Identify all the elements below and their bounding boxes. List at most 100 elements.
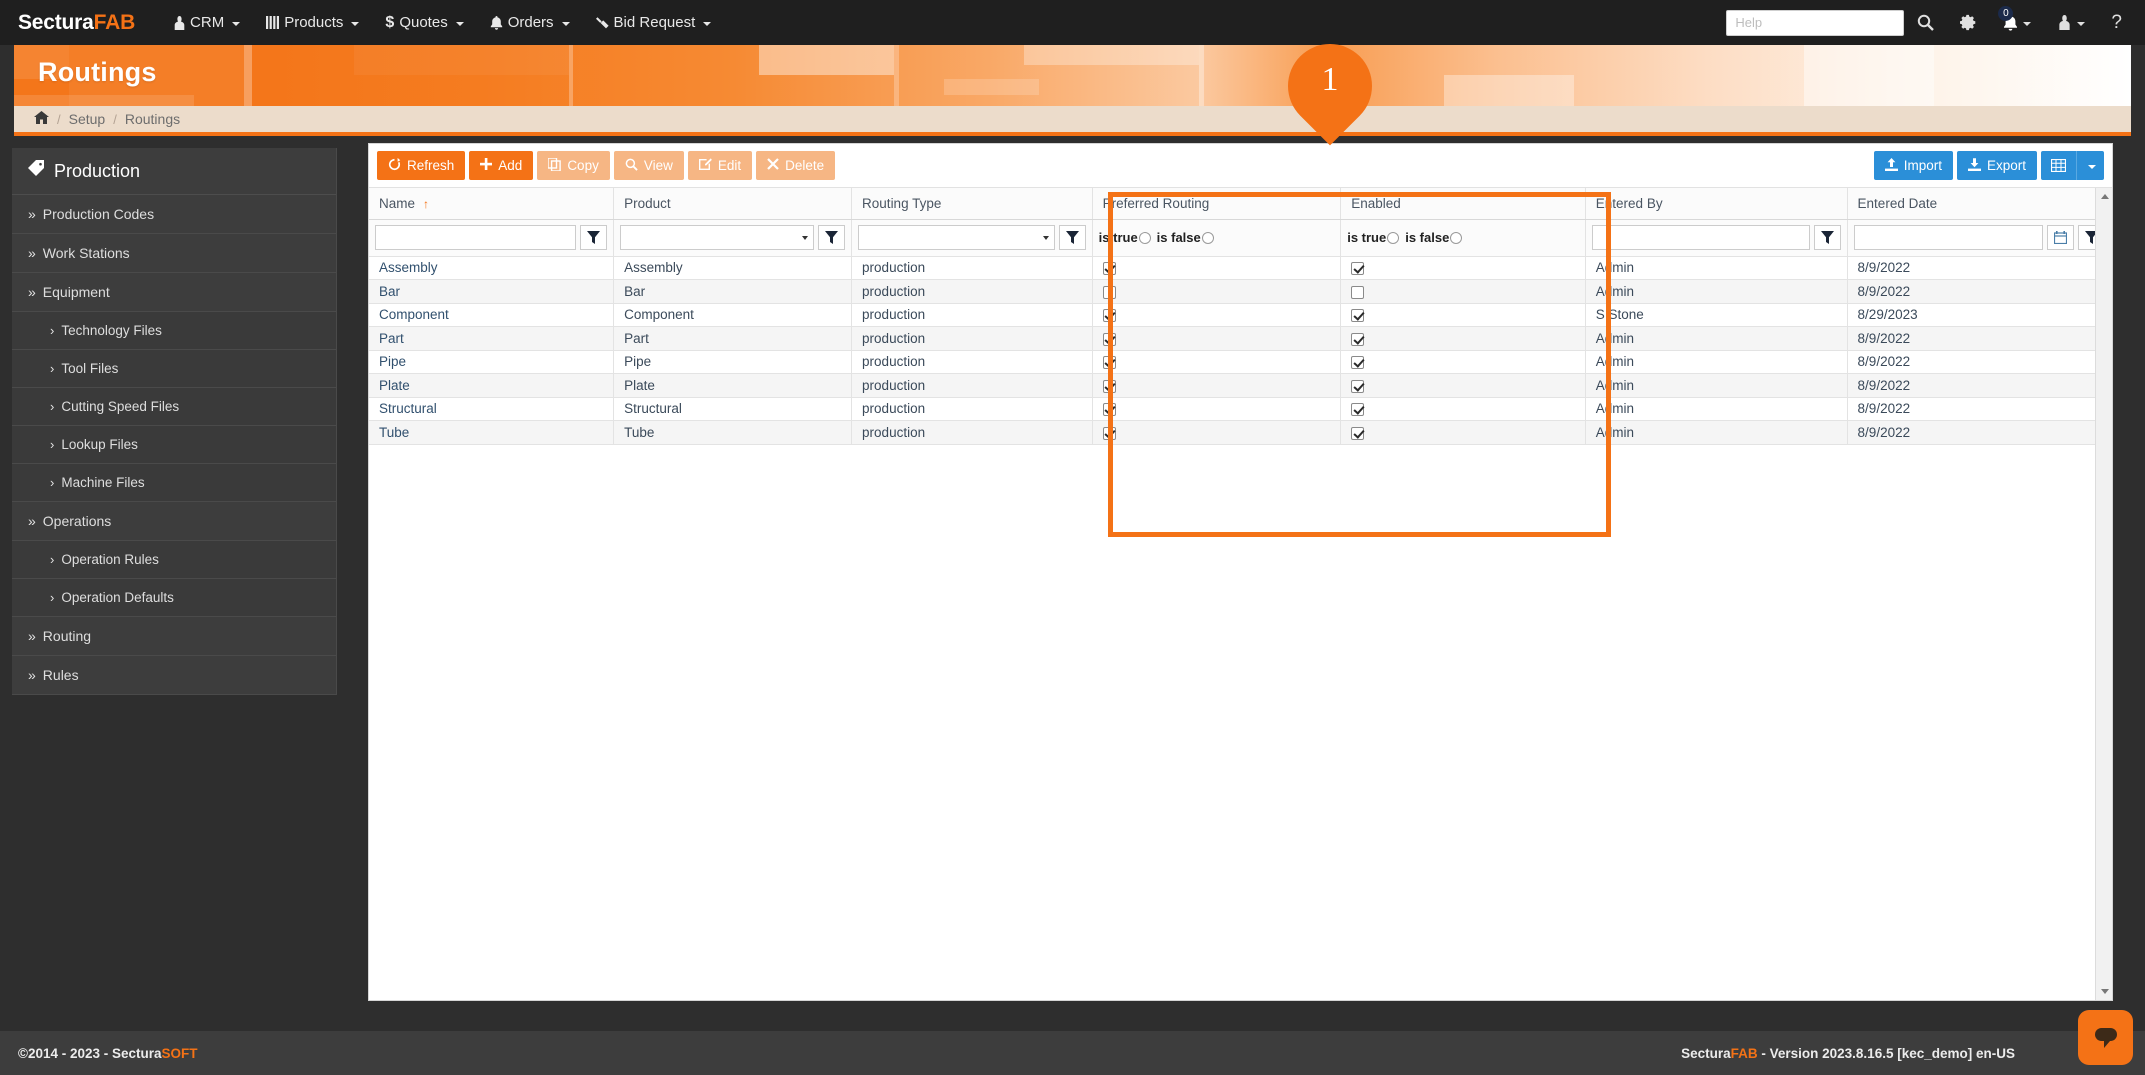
person-icon — [174, 15, 185, 30]
nav-menu-quotes[interactable]: $ Quotes — [372, 8, 476, 38]
checkbox-checked-icon[interactable] — [1102, 309, 1116, 323]
user-menu-icon[interactable] — [2044, 0, 2098, 45]
cell-entered-date-value: 8/9/2022 — [1857, 283, 1911, 299]
table-row[interactable]: Plate Plate production Admin 8/9/2022 — [369, 373, 2113, 398]
import-button[interactable]: Import — [1873, 151, 1953, 180]
filter-funnel-button[interactable] — [1813, 225, 1841, 250]
app-logo[interactable]: SecturaFAB — [18, 11, 135, 35]
home-icon[interactable] — [34, 111, 49, 127]
search-icon[interactable] — [1904, 0, 1947, 45]
checkbox-checked-icon[interactable] — [1102, 356, 1116, 370]
cell-preferred — [1092, 350, 1342, 374]
table-row[interactable]: Bar Bar production Admin 8/9/2022 — [369, 279, 2113, 304]
column-header-name[interactable]: Name ↑ — [369, 188, 615, 220]
table-row[interactable]: Structural Structural production Admin 8/9/2… — [369, 397, 2113, 421]
sidebar-item-work-stations[interactable]: » Work Stations — [12, 234, 336, 273]
column-header-product[interactable]: Product — [613, 188, 853, 220]
help-search-input[interactable] — [1726, 9, 1905, 36]
nav-menu-orders[interactable]: Orders — [477, 8, 583, 37]
breadcrumb-item-setup[interactable]: Setup — [69, 111, 106, 127]
sidebar-item-equipment[interactable]: » Equipment — [12, 273, 336, 312]
cell-routing-type-value: production — [862, 260, 926, 276]
sidebar-item-cutting-speed-files[interactable]: › Cutting Speed Files — [12, 388, 336, 426]
edit-button[interactable]: Edit — [687, 151, 753, 180]
filter-is-false-radio[interactable] — [1201, 231, 1214, 244]
copyright-brand: SOFT — [161, 1045, 198, 1061]
refresh-button[interactable]: Refresh — [377, 151, 466, 180]
column-header-entered-by[interactable]: Entered By — [1585, 188, 1848, 220]
checkbox-checked-icon[interactable] — [1102, 332, 1116, 346]
filter-is-false-radio[interactable] — [1450, 231, 1463, 244]
chevron-down-icon[interactable] — [2076, 151, 2104, 180]
view-button[interactable]: View — [613, 151, 684, 180]
chevron-down-icon — [703, 21, 712, 26]
sidebar-item-technology-files[interactable]: › Technology Files — [12, 312, 336, 350]
chat-bubble-icon[interactable] — [2078, 1010, 2133, 1065]
delete-label: Delete — [785, 158, 825, 173]
help-icon[interactable]: ? — [2098, 0, 2135, 45]
table-row[interactable]: Part Part production Admin 8/9/2022 — [369, 326, 2113, 351]
filter-funnel-button[interactable] — [818, 225, 846, 250]
filter-text-input[interactable] — [375, 225, 577, 250]
checkbox-checked-icon[interactable] — [1351, 262, 1365, 276]
filter-is-true-radio[interactable] — [1387, 231, 1400, 244]
filter-funnel-button[interactable] — [1058, 225, 1086, 250]
column-header-entered-date[interactable]: Entered Date — [1847, 188, 2113, 220]
grid-vertical-scrollbar[interactable] — [2095, 188, 2112, 1000]
gear-icon[interactable] — [1947, 0, 1990, 45]
checkbox-checked-icon[interactable] — [1351, 309, 1365, 323]
checkbox-checked-icon[interactable] — [1351, 426, 1365, 440]
cell-entered-date-value: 8/9/2022 — [1857, 354, 1911, 370]
nav-menu-bid-request[interactable]: Bid Request — [583, 8, 725, 37]
scroll-up-arrow[interactable] — [2096, 188, 2113, 205]
checkbox-checked-icon[interactable] — [1351, 332, 1365, 346]
checkbox-checked-icon[interactable] — [1102, 262, 1116, 276]
delete-button[interactable]: Delete — [756, 151, 836, 180]
breadcrumb-item-routings[interactable]: Routings — [125, 111, 180, 127]
filter-select[interactable] — [620, 225, 815, 250]
column-header-routing-type[interactable]: Routing Type — [851, 188, 1093, 220]
table-row[interactable]: Pipe Pipe production Admin 8/9/2022 — [369, 350, 2113, 374]
table-row[interactable]: Component Component production S Stone 8/29/… — [369, 303, 2113, 327]
nav-menu-crm[interactable]: CRM — [161, 8, 253, 37]
sidebar-item-lookup-files[interactable]: › Lookup Files — [12, 426, 336, 464]
sidebar-item-operations[interactable]: » Operations — [12, 502, 336, 541]
add-button[interactable]: Add — [469, 151, 534, 180]
checkbox-checked-icon[interactable] — [1102, 426, 1116, 440]
filter-funnel-button[interactable] — [580, 225, 608, 250]
filter-select[interactable] — [858, 225, 1055, 250]
calendar-button[interactable] — [2047, 225, 2074, 250]
column-header-enabled[interactable]: Enabled — [1340, 188, 1586, 220]
sidebar-item-rules[interactable]: » Rules — [12, 656, 336, 695]
sidebar-item-machine-files[interactable]: › Machine Files — [12, 464, 336, 502]
checkbox-checked-icon[interactable] — [1102, 403, 1116, 417]
sidebar-item-label: Lookup Files — [61, 437, 138, 452]
sidebar-item-label: Operation Rules — [61, 552, 159, 567]
column-chooser-split-button[interactable] — [2041, 151, 2104, 180]
filter-date-input[interactable] — [1853, 225, 2043, 250]
checkbox-checked-icon[interactable] — [1351, 379, 1365, 393]
sidebar-item-production-codes[interactable]: » Production Codes — [12, 195, 336, 234]
column-header-preferred-routing[interactable]: Preferred Routing — [1092, 188, 1342, 220]
export-button[interactable]: Export — [1956, 151, 2037, 180]
copy-button[interactable]: Copy — [537, 151, 610, 180]
checkbox-checked-icon[interactable] — [1351, 356, 1365, 370]
checkbox-unchecked-icon[interactable] — [1102, 285, 1116, 299]
notifications-bell-icon[interactable]: 0 — [1990, 0, 2044, 45]
nav-menu-products[interactable]: Products — [253, 8, 372, 37]
sidebar-item-operation-defaults[interactable]: › Operation Defaults — [12, 579, 336, 617]
table-row[interactable]: Tube Tube production Admin 8/9/2022 — [369, 420, 2113, 445]
checkbox-unchecked-icon[interactable] — [1351, 285, 1365, 299]
checkbox-checked-icon[interactable] — [1351, 403, 1365, 417]
filter-text-input[interactable] — [1591, 225, 1810, 250]
sidebar-item-tool-files[interactable]: › Tool Files — [12, 350, 336, 388]
sidebar-item-operation-rules[interactable]: › Operation Rules — [12, 541, 336, 579]
cell-product: Part — [613, 326, 853, 351]
table-row[interactable]: Assembly Assembly production Admin 8/9/2022 — [369, 256, 2113, 280]
grid-icon[interactable] — [2041, 151, 2076, 180]
sidebar-item-routing[interactable]: » Routing — [12, 617, 336, 656]
checkbox-checked-icon[interactable] — [1102, 379, 1116, 393]
filter-is-true-radio[interactable] — [1138, 231, 1151, 244]
scroll-down-arrow[interactable] — [2096, 983, 2113, 1000]
filter-is-true-label: is true — [1098, 230, 1138, 245]
